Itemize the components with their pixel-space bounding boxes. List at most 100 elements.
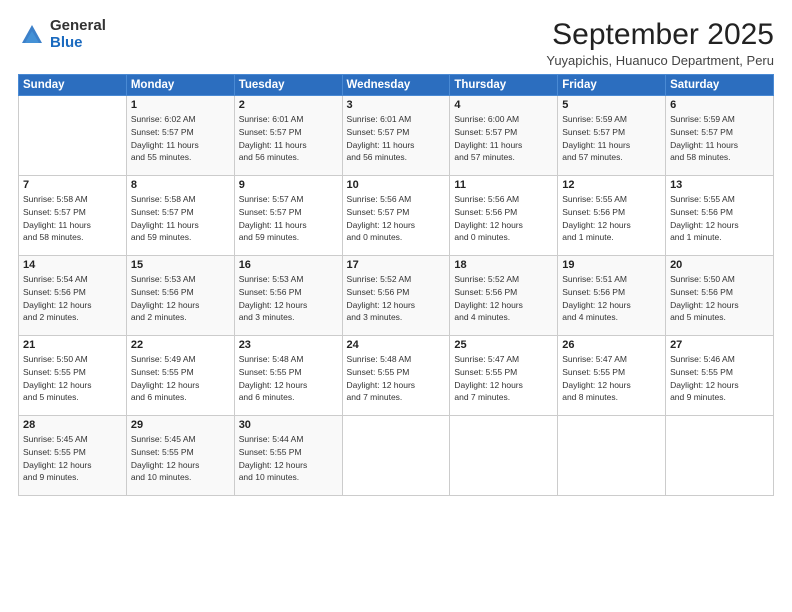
calendar-cell: 26 Sunrise: 5:47 AMSunset: 5:55 PMDayligh… [558,336,666,416]
calendar-cell: 8 Sunrise: 5:58 AMSunset: 5:57 PMDaylight… [126,176,234,256]
day-info: Sunrise: 5:54 AMSunset: 5:56 PMDaylight:… [23,273,122,324]
calendar-cell: 2 Sunrise: 6:01 AMSunset: 5:57 PMDaylight… [234,96,342,176]
day-number: 8 [131,179,230,191]
day-info: Sunrise: 5:47 AMSunset: 5:55 PMDaylight:… [454,353,553,404]
header: General Blue September 2025 Yuyapichis, … [18,18,774,68]
day-number: 9 [239,179,338,191]
day-info: Sunrise: 6:02 AMSunset: 5:57 PMDaylight:… [131,113,230,164]
col-sunday: Sunday [19,75,127,96]
calendar-cell: 14 Sunrise: 5:54 AMSunset: 5:56 PMDayligh… [19,256,127,336]
calendar-cell: 3 Sunrise: 6:01 AMSunset: 5:57 PMDaylight… [342,96,450,176]
day-info: Sunrise: 5:58 AMSunset: 5:57 PMDaylight:… [131,193,230,244]
calendar-cell: 16Sunrise: 5:53 AMSunset: 5:56 PMDayligh… [234,256,342,336]
day-number: 19 [562,259,661,271]
calendar-cell [558,416,666,496]
calendar-cell [450,416,558,496]
title-block: September 2025 Yuyapichis, Huanuco Depar… [546,18,774,68]
day-number: 15 [131,259,230,271]
calendar-cell: 28Sunrise: 5:45 AMSunset: 5:55 PMDayligh… [19,416,127,496]
col-thursday: Thursday [450,75,558,96]
day-info: Sunrise: 5:46 AMSunset: 5:55 PMDaylight:… [670,353,769,404]
logo-icon [18,21,46,49]
calendar-week-2: 7Sunrise: 5:58 AMSunset: 5:57 PMDaylight… [19,176,774,256]
logo-blue-label: Blue [50,35,106,52]
calendar-cell: 10 Sunrise: 5:56 AMSunset: 5:57 PMDayligh… [342,176,450,256]
calendar-week-1: 1 Sunrise: 6:02 AMSunset: 5:57 PMDaylight… [19,96,774,176]
day-info: Sunrise: 5:51 AMSunset: 5:56 PMDaylight:… [562,273,661,324]
day-info: Sunrise: 5:45 AMSunset: 5:55 PMDaylight:… [131,433,230,484]
day-number: 24 [347,339,446,351]
day-info: Sunrise: 5:50 AMSunset: 5:56 PMDaylight:… [670,273,769,324]
day-number: 18 [454,259,553,271]
day-number: 4 [454,99,553,111]
col-friday: Friday [558,75,666,96]
day-number: 17 [347,259,446,271]
day-info: Sunrise: 5:52 AMSunset: 5:56 PMDaylight:… [454,273,553,324]
day-number: 6 [670,99,769,111]
calendar-cell: 7Sunrise: 5:58 AMSunset: 5:57 PMDaylight… [19,176,127,256]
logo-general-label: General [50,18,106,35]
calendar-week-5: 28 Sunrise: 5:45 AMSunset: 5:55 PMDayligh… [19,416,774,496]
day-number: 10 [347,179,446,191]
day-info: Sunrise: 5:48 AMSunset: 5:55 PMDaylight:… [239,353,338,404]
day-number: 16 [239,259,338,271]
calendar-cell: 6 Sunrise: 5:59 AMSunset: 5:57 PMDaylight… [666,96,774,176]
day-number: 12 [562,179,661,191]
day-number: 1 [131,99,230,111]
day-number: 3 [347,99,446,111]
header-row: Sunday Monday Tuesday Wednesday Thursday… [19,75,774,96]
page: General Blue September 2025 Yuyapichis, … [0,0,792,612]
calendar-cell: 30 Sunrise: 5:44 AMSunset: 5:55 PMDayligh… [234,416,342,496]
day-number: 5 [562,99,661,111]
col-tuesday: Tuesday [234,75,342,96]
calendar-cell: 15 Sunrise: 5:53 AMSunset: 5:56 PMDayligh… [126,256,234,336]
calendar-cell: 4Sunrise: 6:00 AMSunset: 5:57 PMDaylight… [450,96,558,176]
day-number: 14 [23,259,122,271]
day-number: 23 [239,339,338,351]
day-info: Sunrise: 5:48 AMSunset: 5:55 PMDaylight:… [347,353,446,404]
calendar-cell: 9Sunrise: 5:57 AMSunset: 5:57 PMDaylight… [234,176,342,256]
day-info: Sunrise: 5:59 AMSunset: 5:57 PMDaylight:… [670,113,769,164]
day-info: Sunrise: 5:55 AMSunset: 5:56 PMDaylight:… [670,193,769,244]
day-info: Sunrise: 5:53 AMSunset: 5:56 PMDaylight:… [131,273,230,324]
calendar-cell: 1 Sunrise: 6:02 AMSunset: 5:57 PMDaylight… [126,96,234,176]
col-monday: Monday [126,75,234,96]
day-info: Sunrise: 5:59 AMSunset: 5:57 PMDaylight:… [562,113,661,164]
calendar-week-3: 14 Sunrise: 5:54 AMSunset: 5:56 PMDayligh… [19,256,774,336]
calendar-cell [342,416,450,496]
subtitle: Yuyapichis, Huanuco Department, Peru [546,53,774,68]
calendar-cell: 18 Sunrise: 5:52 AMSunset: 5:56 PMDayligh… [450,256,558,336]
day-info: Sunrise: 5:56 AMSunset: 5:57 PMDaylight:… [347,193,446,244]
day-info: Sunrise: 5:58 AMSunset: 5:57 PMDaylight:… [23,193,122,244]
day-info: Sunrise: 5:55 AMSunset: 5:56 PMDaylight:… [562,193,661,244]
day-info: Sunrise: 5:52 AMSunset: 5:56 PMDaylight:… [347,273,446,324]
day-number: 26 [562,339,661,351]
col-saturday: Saturday [666,75,774,96]
col-wednesday: Wednesday [342,75,450,96]
calendar-cell [19,96,127,176]
day-number: 28 [23,419,122,431]
day-info: Sunrise: 5:47 AMSunset: 5:55 PMDaylight:… [562,353,661,404]
day-info: Sunrise: 5:50 AMSunset: 5:55 PMDaylight:… [23,353,122,404]
calendar-cell [666,416,774,496]
calendar-cell: 17 Sunrise: 5:52 AMSunset: 5:56 PMDayligh… [342,256,450,336]
day-number: 29 [131,419,230,431]
day-info: Sunrise: 6:01 AMSunset: 5:57 PMDaylight:… [347,113,446,164]
calendar-cell: 27 Sunrise: 5:46 AMSunset: 5:55 PMDayligh… [666,336,774,416]
day-info: Sunrise: 5:49 AMSunset: 5:55 PMDaylight:… [131,353,230,404]
calendar-cell: 25 Sunrise: 5:47 AMSunset: 5:55 PMDayligh… [450,336,558,416]
calendar-cell: 21 Sunrise: 5:50 AMSunset: 5:55 PMDayligh… [19,336,127,416]
day-number: 21 [23,339,122,351]
calendar-cell: 11Sunrise: 5:56 AMSunset: 5:56 PMDayligh… [450,176,558,256]
calendar-week-4: 21 Sunrise: 5:50 AMSunset: 5:55 PMDayligh… [19,336,774,416]
calendar-cell: 20 Sunrise: 5:50 AMSunset: 5:56 PMDayligh… [666,256,774,336]
day-info: Sunrise: 6:01 AMSunset: 5:57 PMDaylight:… [239,113,338,164]
logo-text: General Blue [50,18,106,51]
day-number: 20 [670,259,769,271]
day-number: 11 [454,179,553,191]
day-number: 25 [454,339,553,351]
day-number: 30 [239,419,338,431]
day-info: Sunrise: 5:44 AMSunset: 5:55 PMDaylight:… [239,433,338,484]
day-number: 27 [670,339,769,351]
day-number: 2 [239,99,338,111]
